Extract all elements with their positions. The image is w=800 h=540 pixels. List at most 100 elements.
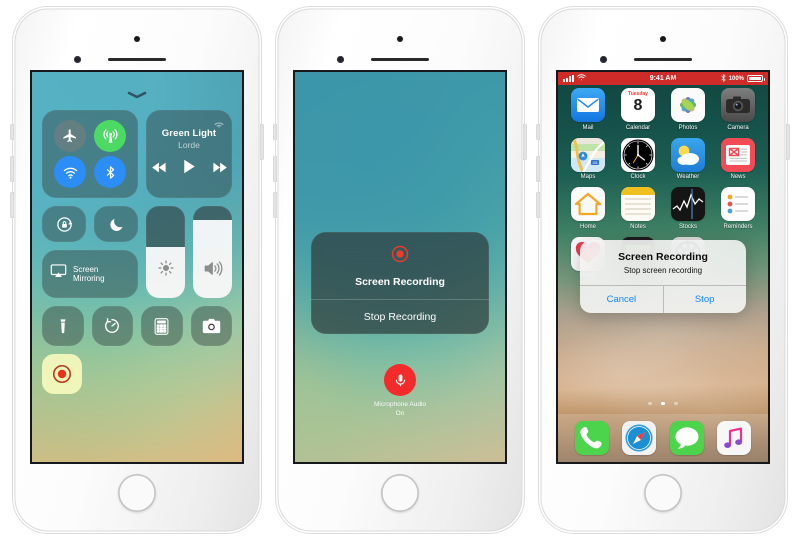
calculator-icon[interactable]: [141, 306, 183, 346]
microphone-audio-label: Microphone Audio On: [373, 401, 427, 418]
volume-up-button[interactable]: [10, 156, 14, 182]
battery-percent-label: 100%: [728, 75, 744, 82]
earpiece-speaker: [371, 58, 429, 61]
music-icon: [717, 421, 752, 455]
home-button[interactable]: [644, 474, 682, 512]
status-bar-recording: 9:41 AM 100%: [558, 72, 768, 85]
stop-recording-button[interactable]: Stop Recording: [311, 300, 489, 334]
alert-buttons: Cancel Stop: [580, 285, 746, 313]
app-maps[interactable]: 101 Maps: [568, 137, 608, 180]
app-row: Mail Tuesday 8 Calendar Photos Camera: [568, 88, 758, 131]
status-bar-left: [563, 74, 650, 83]
volume-down-button[interactable]: [536, 192, 540, 218]
page-indicator-dots[interactable]: [558, 392, 768, 410]
volume-up-button[interactable]: [536, 156, 540, 182]
brightness-slider[interactable]: [146, 206, 185, 298]
messages-icon: [669, 421, 704, 455]
app-calendar[interactable]: Tuesday 8 Calendar: [618, 88, 658, 131]
now-playing-tile[interactable]: Green Light Lorde: [146, 110, 232, 198]
sheet-header: Screen Recording: [311, 232, 489, 299]
app-photos[interactable]: Photos: [668, 88, 708, 131]
home-button[interactable]: [118, 474, 156, 512]
volume-down-button[interactable]: [273, 192, 277, 218]
app-stocks[interactable]: Stocks: [668, 187, 708, 230]
weather-icon: [671, 137, 705, 172]
app-label: Mail: [582, 124, 594, 131]
notes-icon: [621, 187, 655, 221]
power-button[interactable]: [786, 124, 790, 160]
airplay-icon[interactable]: [213, 115, 225, 133]
volume-slider[interactable]: [193, 206, 232, 298]
app-label: Reminders: [723, 223, 753, 230]
bluetooth-icon[interactable]: [94, 156, 126, 188]
volume-down-button[interactable]: [10, 192, 14, 218]
alert-stop-button[interactable]: Stop: [663, 286, 746, 313]
app-label: Clock: [630, 174, 646, 180]
maps-icon: 101: [571, 137, 605, 172]
cc-row-1: Green Light Lorde: [42, 110, 232, 198]
app-label: Notes: [630, 223, 646, 230]
status-bar-right: 100%: [676, 73, 765, 84]
playback-controls: [151, 159, 227, 179]
rewind-icon[interactable]: [151, 160, 167, 178]
flashlight-icon[interactable]: [42, 306, 84, 346]
app-label: Weather: [676, 174, 700, 180]
photos-icon: [671, 88, 705, 122]
chevron-down-icon[interactable]: [127, 86, 147, 104]
phone-3-screen: 9:41 AM 100% Mail Tuesday 8 Calendar Pho…: [558, 72, 768, 462]
page-dot: [648, 401, 652, 405]
app-label: News: [730, 174, 746, 180]
track-artist: Lorde: [178, 139, 200, 150]
app-row: 101 Maps Clock Weather News: [568, 137, 758, 180]
brightness-icon: [157, 259, 175, 282]
rotation-lock-icon[interactable]: [42, 206, 86, 242]
sheet-title: Screen Recording: [355, 276, 445, 288]
alert-cancel-button[interactable]: Cancel: [580, 286, 663, 313]
dock-messages[interactable]: [667, 421, 707, 455]
app-reminders[interactable]: Reminders: [718, 187, 758, 230]
earpiece-speaker: [634, 58, 692, 61]
power-button[interactable]: [260, 124, 264, 160]
app-clock[interactable]: Clock: [618, 137, 658, 180]
moon-icon[interactable]: [94, 206, 138, 242]
screen-recording-sheet: Screen Recording Stop Recording: [311, 232, 489, 334]
news-icon: [721, 137, 755, 172]
app-camera[interactable]: Camera: [718, 88, 758, 131]
dock-music[interactable]: [714, 421, 754, 455]
power-button[interactable]: [523, 124, 527, 160]
control-center-grid: Green Light Lorde Screen Mirroring: [42, 110, 232, 394]
screen-mirroring-tile[interactable]: Screen Mirroring: [42, 250, 138, 298]
cellular-signal-icon[interactable]: [94, 120, 126, 152]
app-notes[interactable]: Notes: [618, 187, 658, 230]
page-dot: [674, 401, 678, 405]
timer-icon[interactable]: [91, 306, 133, 346]
app-news[interactable]: News: [718, 137, 758, 180]
ring-switch[interactable]: [10, 124, 14, 140]
ring-switch[interactable]: [273, 124, 277, 140]
ring-switch[interactable]: [536, 124, 540, 140]
phone-2-screen: Screen Recording Stop Recording Micropho…: [295, 72, 505, 462]
microphone-icon[interactable]: [384, 364, 416, 396]
screen-recording-button[interactable]: [42, 354, 82, 394]
wifi-icon[interactable]: [54, 156, 86, 188]
app-weather[interactable]: Weather: [668, 137, 708, 180]
airplane-icon[interactable]: [54, 120, 86, 152]
cc-left-column: Screen Mirroring: [42, 206, 138, 298]
camera-icon[interactable]: [190, 306, 232, 346]
status-bar-time: 9:41 AM: [649, 75, 677, 82]
dock-safari[interactable]: [619, 421, 659, 455]
app-home[interactable]: Home: [568, 187, 608, 230]
phone-2-screen-recording-sheet: Screen Recording Stop Recording Micropho…: [273, 6, 527, 534]
alert-message: Stop screen recording: [623, 266, 703, 275]
fast-forward-icon[interactable]: [212, 160, 227, 178]
play-icon[interactable]: [183, 159, 196, 179]
home-icon: [571, 187, 605, 221]
app-label: Maps: [580, 174, 596, 180]
home-button[interactable]: [381, 474, 419, 512]
bluetooth-icon: [721, 73, 726, 84]
app-mail[interactable]: Mail: [568, 88, 608, 131]
dock-phone[interactable]: [572, 421, 612, 455]
screenshot-stage: Green Light Lorde Screen Mirroring Scree…: [0, 0, 800, 540]
safari-icon: [622, 421, 657, 455]
volume-up-button[interactable]: [273, 156, 277, 182]
